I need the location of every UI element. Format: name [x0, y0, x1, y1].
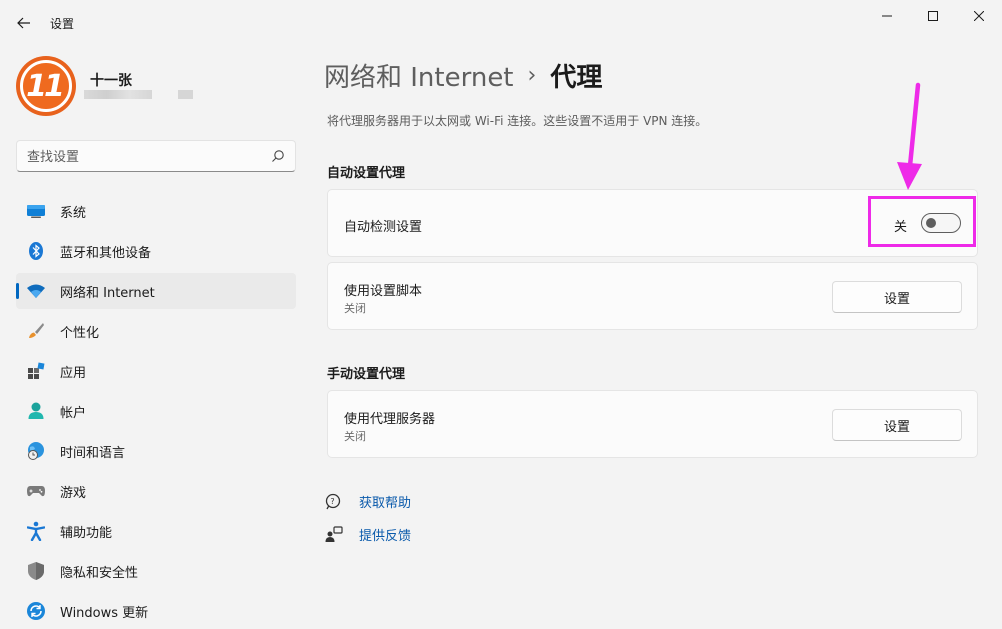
get-help-link[interactable]: ? 获取帮助 — [325, 492, 411, 511]
close-icon — [974, 11, 984, 21]
minimize-icon — [882, 15, 892, 17]
give-feedback-link[interactable]: 提供反馈 — [325, 525, 411, 544]
shield-icon — [26, 561, 46, 581]
sidebar-item-network[interactable]: 网络和 Internet — [16, 273, 296, 309]
setup-script-card: 使用设置脚本 关闭 设置 — [327, 262, 978, 330]
setup-script-settings-button[interactable]: 设置 — [832, 281, 962, 313]
toggle-knob — [926, 218, 936, 228]
sidebar-item-label: 蓝牙和其他设备 — [60, 245, 152, 261]
get-help-label: 获取帮助 — [359, 496, 412, 511]
sidebar-item-accessibility[interactable]: 辅助功能 — [16, 513, 296, 549]
sidebar-item-system[interactable]: 系统 — [16, 193, 296, 229]
avatar[interactable]: 11 — [16, 56, 76, 116]
sidebar-item-label: 个性化 — [60, 325, 100, 341]
svg-text:?: ? — [330, 497, 334, 506]
proxy-server-label: 使用代理服务器 — [344, 412, 436, 427]
proxy-server-settings-button[interactable]: 设置 — [832, 409, 962, 441]
help-chat-icon: ? — [325, 493, 343, 511]
sidebar-item-bluetooth[interactable]: 蓝牙和其他设备 — [16, 233, 296, 269]
search-box[interactable] — [16, 140, 296, 172]
sidebar-item-label: 时间和语言 — [60, 445, 126, 461]
sidebar-nav: 系统 蓝牙和其他设备 网络和 Internet 个性化 应用 帐户 时间和语言 … — [16, 193, 296, 629]
sidebar-item-gaming[interactable]: 游戏 — [16, 473, 296, 509]
setup-script-label: 使用设置脚本 — [344, 284, 423, 299]
sidebar-item-label: 辅助功能 — [60, 525, 113, 541]
sidebar-item-time-language[interactable]: 时间和语言 — [16, 433, 296, 469]
toggle-state-label: 关 — [894, 220, 908, 235]
page-description: 将代理服务器用于以太网或 Wi-Fi 连接。这些设置不适用于 VPN 连接。 — [327, 114, 708, 128]
wifi-icon — [26, 281, 46, 301]
gamepad-icon — [26, 481, 46, 501]
sidebar-item-label: 应用 — [60, 365, 87, 381]
sidebar-item-personalization[interactable]: 个性化 — [16, 313, 296, 349]
globe-clock-icon — [26, 441, 46, 461]
sidebar-item-label: 帐户 — [60, 405, 87, 421]
auto-detect-toggle[interactable] — [921, 213, 961, 233]
brush-icon — [26, 321, 46, 341]
sidebar-item-label: 系统 — [60, 205, 87, 221]
avatar-logo: 11 — [20, 60, 72, 112]
page-title: 代理 — [550, 62, 603, 93]
back-arrow-icon — [17, 17, 30, 29]
back-button[interactable] — [10, 10, 38, 36]
close-button[interactable] — [956, 0, 1002, 32]
apps-icon — [26, 361, 46, 381]
maximize-icon — [928, 11, 938, 21]
user-name: 十一张 — [90, 73, 132, 89]
sidebar-item-label: 网络和 Internet — [60, 285, 155, 301]
monitor-icon — [26, 201, 46, 221]
user-email-redacted-2 — [178, 90, 193, 99]
bluetooth-icon — [26, 241, 46, 261]
setup-script-status: 关闭 — [344, 302, 366, 315]
active-indicator — [16, 283, 19, 299]
search-input[interactable] — [27, 147, 267, 167]
sidebar-item-label: 游戏 — [60, 485, 87, 501]
sidebar-item-label: Windows 更新 — [60, 605, 149, 621]
proxy-server-card: 使用代理服务器 关闭 设置 — [327, 390, 978, 458]
app-title: 设置 — [50, 17, 75, 31]
update-icon — [26, 601, 46, 621]
maximize-button[interactable] — [910, 0, 956, 32]
sidebar-item-label: 隐私和安全性 — [60, 565, 139, 581]
auto-detect-label: 自动检测设置 — [344, 220, 423, 235]
sidebar-item-windows-update[interactable]: Windows 更新 — [16, 593, 296, 629]
sidebar-item-privacy-security[interactable]: 隐私和安全性 — [16, 553, 296, 589]
section-title-manual-proxy: 手动设置代理 — [327, 367, 406, 382]
feedback-icon — [325, 525, 343, 544]
minimize-button[interactable] — [864, 0, 910, 32]
sidebar-item-accounts[interactable]: 帐户 — [16, 393, 296, 429]
title-bar: 设置 — [0, 0, 1002, 46]
accessibility-icon — [26, 521, 46, 541]
search-icon[interactable] — [271, 149, 285, 163]
proxy-server-status: 关闭 — [344, 430, 366, 443]
breadcrumb-parent[interactable]: 网络和 Internet — [324, 57, 514, 94]
person-icon — [26, 401, 46, 421]
breadcrumb-separator: › — [527, 62, 537, 88]
avatar-text: 11 — [26, 68, 65, 104]
section-title-auto-proxy: 自动设置代理 — [327, 166, 406, 181]
give-feedback-label: 提供反馈 — [359, 529, 412, 544]
sidebar-item-apps[interactable]: 应用 — [16, 353, 296, 389]
user-email-redacted — [84, 90, 152, 99]
breadcrumb: 网络和 Internet › 代理 — [324, 56, 602, 94]
